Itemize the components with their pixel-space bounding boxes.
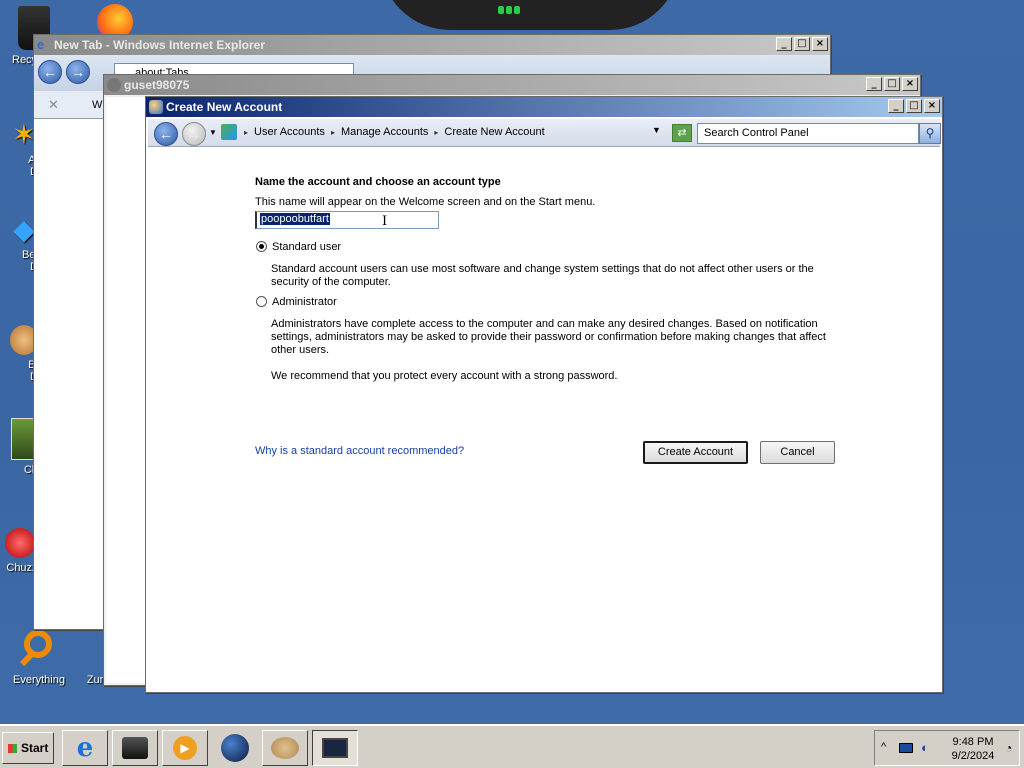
administrator-label[interactable]: Administrator [272, 296, 337, 308]
ie-titlebar[interactable]: e New Tab - Windows Internet Explorer _ … [34, 35, 830, 55]
standard-user-label[interactable]: Standard user [272, 241, 341, 253]
minimize-button[interactable]: _ [888, 99, 904, 113]
back-button[interactable]: ← [38, 60, 62, 84]
taskbar-app-2[interactable] [112, 730, 158, 766]
refresh-button[interactable]: ⇄ [672, 124, 692, 142]
text-cursor-icon: I [382, 214, 388, 229]
monitor-icon [322, 738, 348, 758]
close-button[interactable]: × [812, 37, 828, 51]
account-name-value: poopoobutfart [260, 213, 330, 225]
create-account-window[interactable]: Create New Account _ □ × ← → ▼ ▸ User Ac… [145, 96, 943, 693]
close-button[interactable]: × [924, 99, 940, 113]
breadcrumb: ▸ User Accounts ▸ Manage Accounts ▸ Crea… [244, 126, 545, 138]
media-player-icon: ▶ [173, 736, 197, 760]
standard-user-description: Standard account users can use most soft… [271, 263, 814, 288]
status-dot-icon [506, 6, 512, 14]
notification-icon[interactable]: ◔ [1005, 741, 1012, 755]
status-dot-icon [514, 6, 520, 14]
create-account-button[interactable]: Create Account [643, 441, 748, 464]
standard-user-radio[interactable] [256, 241, 267, 252]
chuzzle-icon [5, 528, 35, 558]
magnifier-icon [18, 628, 60, 670]
globe-icon [221, 734, 249, 762]
clock[interactable]: 9:48 PM 9/2/2024 [949, 735, 997, 763]
control-panel-icon [221, 124, 237, 140]
search-placeholder: Search Control Panel [704, 127, 809, 139]
address-dropdown-icon[interactable]: ▼ [652, 125, 661, 135]
taskbar-internet-explorer[interactable]: e [62, 730, 108, 766]
close-tab-icon[interactable]: ✕ [48, 97, 59, 113]
desktop-icon-label: Everything [13, 674, 65, 686]
taskbar-paint[interactable] [262, 730, 308, 766]
users-icon [149, 100, 163, 114]
history-dropdown-icon[interactable]: ▼ [209, 128, 217, 137]
breadcrumb-separator-icon: ▸ [244, 127, 249, 137]
forward-button[interactable]: → [66, 60, 90, 84]
form-subtext: This name will appear on the Welcome scr… [255, 196, 596, 208]
minimize-button[interactable]: _ [866, 77, 882, 91]
clock-time: 9:48 PM [952, 736, 994, 748]
account-form: Name the account and choose an account t… [148, 148, 940, 690]
account-name-field[interactable]: poopoobutfart [255, 211, 439, 229]
tab-label[interactable]: W [92, 99, 102, 111]
maximize-button[interactable]: □ [906, 99, 922, 113]
volume-icon[interactable]: ◐ [921, 740, 929, 755]
guest-title: guset98075 [124, 78, 190, 92]
user-icon [107, 78, 121, 92]
taskbar-globe[interactable] [212, 730, 258, 766]
internet-explorer-icon: e [76, 733, 94, 763]
cancel-button[interactable]: Cancel [760, 441, 835, 464]
breadcrumb-create-new-account[interactable]: Create New Account [444, 126, 544, 138]
breadcrumb-manage-accounts[interactable]: Manage Accounts [341, 126, 428, 138]
start-label: Start [21, 741, 49, 755]
ie-icon: e [37, 37, 45, 52]
maximize-button[interactable]: □ [884, 77, 900, 91]
zuma-icon [85, 628, 105, 670]
maximize-button[interactable]: □ [794, 37, 810, 51]
guest-titlebar[interactable]: guset98075 _ □ × [104, 75, 920, 95]
start-button[interactable]: Start [2, 732, 54, 764]
status-dot-icon [498, 6, 504, 14]
windows-logo-icon [8, 744, 17, 753]
clock-date: 9/2/2024 [951, 750, 995, 762]
search-icon[interactable]: ⚲ [919, 123, 941, 144]
desktop-icon-everything[interactable]: Everything [4, 628, 74, 686]
taskbar-control-panel[interactable] [312, 730, 358, 766]
close-button[interactable]: × [902, 77, 918, 91]
form-heading: Name the account and choose an account t… [255, 176, 501, 188]
top-dock-decoration [380, 0, 680, 30]
administrator-radio[interactable] [256, 296, 267, 307]
breadcrumb-separator-icon: ▸ [330, 127, 335, 137]
breadcrumb-user-accounts[interactable]: User Accounts [254, 126, 325, 138]
paint-palette-icon [271, 737, 299, 759]
window-title: Create New Account [166, 100, 283, 114]
guest-sidebar [106, 97, 146, 683]
back-button[interactable]: ← [154, 122, 178, 146]
password-recommendation: We recommend that you protect every acco… [271, 370, 618, 382]
search-input[interactable]: Search Control Panel [697, 123, 919, 144]
tray-expand-icon[interactable]: ^ [881, 741, 886, 753]
system-tray: ^ ◐ 9:48 PM 9/2/2024 ◔ [874, 730, 1020, 766]
breadcrumb-separator-icon: ▸ [434, 127, 439, 137]
administrator-description: Administrators have complete access to t… [271, 318, 826, 356]
minimize-button[interactable]: _ [776, 37, 792, 51]
ie-title: New Tab - Windows Internet Explorer [54, 38, 266, 52]
help-link[interactable]: Why is a standard account recommended? [255, 445, 464, 457]
navigation-bar: ← → ▼ ▸ User Accounts ▸ Manage Accounts … [148, 119, 941, 147]
create-account-titlebar[interactable]: Create New Account _ □ × [146, 97, 942, 117]
dark-box-icon [122, 737, 148, 759]
taskbar-media-player[interactable]: ▶ [162, 730, 208, 766]
network-icon[interactable] [899, 743, 913, 753]
taskbar: Start e ▶ ^ ◐ 9:48 PM 9/2/2024 ◔ [0, 724, 1024, 768]
forward-button[interactable]: → [182, 122, 206, 146]
